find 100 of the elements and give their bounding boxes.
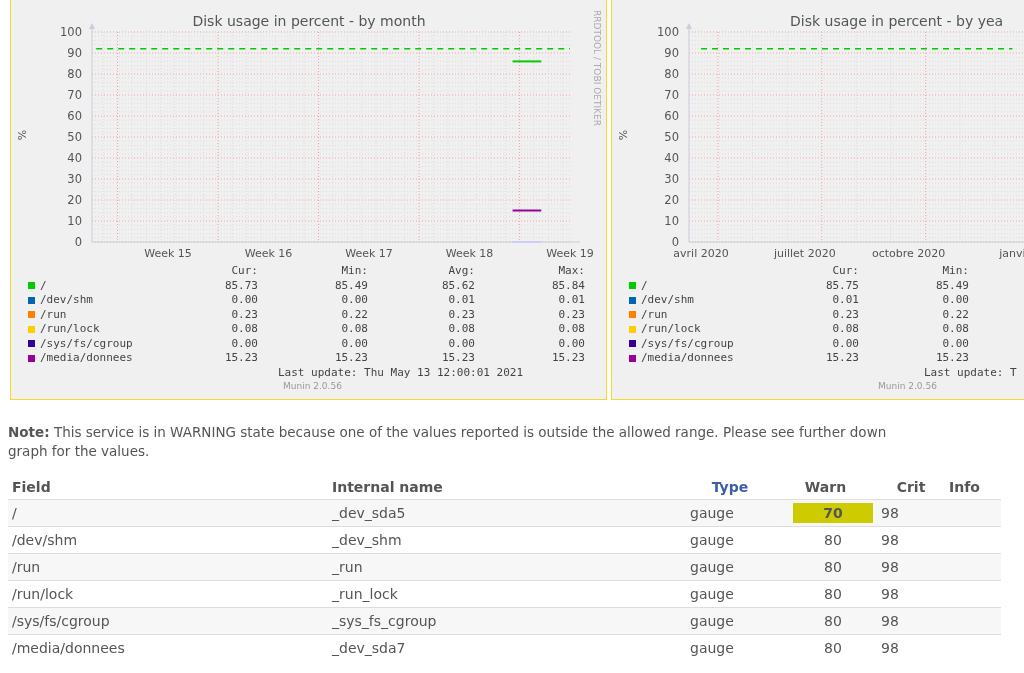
table-cell: 98 <box>881 532 899 548</box>
legend-value: 0.08 <box>831 322 859 337</box>
last-update-text: Last update: T <box>924 365 1017 379</box>
legend-value: 85.49 <box>934 278 969 293</box>
table-cell: gauge <box>690 505 734 521</box>
tick-label: 30 <box>67 172 82 186</box>
table-cell: _run <box>332 559 363 575</box>
legend-header: Cur: <box>230 264 258 279</box>
tick-label: 60 <box>67 109 82 123</box>
table-cell: _dev_sda5 <box>332 505 406 521</box>
tick-label: 50 <box>664 130 679 144</box>
legend-label: /run/lock <box>641 322 702 337</box>
tick-label: octobre 2020 <box>871 247 946 260</box>
legend-label: / <box>40 278 48 293</box>
legend-value: 0.00 <box>230 336 258 351</box>
legend-value: 0.08 <box>340 322 368 337</box>
legend-value: 15.23 <box>223 351 258 366</box>
legend-header: Min: <box>340 264 368 279</box>
legend-value: 0.00 <box>340 336 368 351</box>
version-text: Munin 2.0.56 <box>878 381 937 391</box>
last-update-text: Last update: Thu May 13 12:00:01 2021 <box>278 365 524 379</box>
tick-label: Week 15 <box>144 247 192 260</box>
warn-value: 80 <box>823 639 843 659</box>
legend-value: 0.23 <box>557 307 585 322</box>
legend-label: /dev/shm <box>641 293 695 308</box>
table-cell: /run/lock <box>12 586 74 602</box>
table-cell: gauge <box>690 613 734 629</box>
legend-value: 0.08 <box>941 322 969 337</box>
tick-label: 40 <box>664 151 679 165</box>
legend-value: 0.00 <box>941 336 969 351</box>
legend-value: 0.00 <box>831 336 859 351</box>
note-text: graph for the values. <box>8 443 150 459</box>
legend-value: 15.23 <box>824 351 859 366</box>
legend-value: 0.22 <box>941 307 969 322</box>
column-header-link[interactable]: Type <box>711 479 749 495</box>
table-cell: /sys/fs/cgroup <box>12 613 110 629</box>
legend-header: Min: <box>941 264 969 279</box>
column-header: Field <box>12 479 51 495</box>
table-cell: /run <box>12 559 41 575</box>
legend-header: Max: <box>557 264 585 279</box>
warn-value: 80 <box>823 531 843 550</box>
legend-value: 0.23 <box>831 307 859 322</box>
tick-label: 100 <box>657 25 679 39</box>
table-cell: 98 <box>881 640 899 657</box>
column-header: Warn <box>804 479 847 495</box>
warn-value: 80 <box>823 612 843 631</box>
table-cell: /dev/shm <box>12 532 78 548</box>
column-header: Internal name <box>332 479 443 495</box>
legend-value: 0.01 <box>447 293 475 308</box>
tick-label: Week 19 <box>546 247 594 260</box>
legend-value: 85.75 <box>824 278 859 293</box>
series-line <box>511 60 543 63</box>
legend-value: 85.49 <box>333 278 368 293</box>
column-header: Info <box>949 479 980 495</box>
tick-label: 70 <box>664 88 679 102</box>
column-header: Crit <box>896 479 926 495</box>
table-cell: _dev_shm <box>332 532 402 548</box>
tick-label: janvi <box>999 247 1024 260</box>
legend-value: 85.62 <box>440 278 475 293</box>
table-cell: 98 <box>881 559 899 575</box>
legend-value: 0.08 <box>447 322 475 337</box>
legend-value: 0.00 <box>941 293 969 308</box>
table-cell: _dev_sda7 <box>332 640 406 657</box>
tick-label: 80 <box>664 67 679 81</box>
warn-value: 70 <box>793 503 873 523</box>
tick-label: Week 16 <box>244 247 293 260</box>
tick-label: juillet 2020 <box>773 247 836 260</box>
tick-label: 0 <box>74 235 82 249</box>
legend-value: 0.01 <box>831 293 859 308</box>
legend-label: /media/donnees <box>641 351 735 366</box>
legend-value: 0.22 <box>340 307 368 322</box>
table-cell: _sys_fs_cgroup <box>332 613 437 629</box>
tick-label: Week 18 <box>445 247 494 260</box>
legend-header: Avg: <box>447 264 475 279</box>
legend-label: /dev/shm <box>40 293 94 308</box>
tick-label: 20 <box>664 193 679 207</box>
tick-label: 90 <box>67 46 82 60</box>
table-cell: 98 <box>881 586 899 602</box>
tick-label: avril 2020 <box>673 247 729 260</box>
legend-value: 15.23 <box>934 351 969 366</box>
legend-value: 0.08 <box>230 322 258 337</box>
legend-value: 0.00 <box>557 336 585 351</box>
tick-label: 50 <box>67 130 82 144</box>
legend-value: 85.73 <box>223 278 258 293</box>
table-cell: gauge <box>690 532 734 548</box>
warn-value: 80 <box>823 558 843 577</box>
tick-label: 90 <box>664 46 679 60</box>
legend-label: /run <box>40 307 68 322</box>
legend-value: 0.00 <box>447 336 475 351</box>
legend-label: / <box>641 278 649 293</box>
legend-value: 0.00 <box>340 293 368 308</box>
legend-value: 0.23 <box>230 307 258 322</box>
series-line <box>511 209 543 212</box>
legend-label: /run <box>641 307 669 322</box>
version-text: Munin 2.0.56 <box>283 381 342 391</box>
legend-header: Cur: <box>831 264 859 279</box>
legend-value: 0.01 <box>557 293 585 308</box>
tick-label: 40 <box>67 151 82 165</box>
credit-text: RRDTOOL / TOBI OETIKER <box>592 10 602 126</box>
tick-label: 70 <box>67 88 82 102</box>
